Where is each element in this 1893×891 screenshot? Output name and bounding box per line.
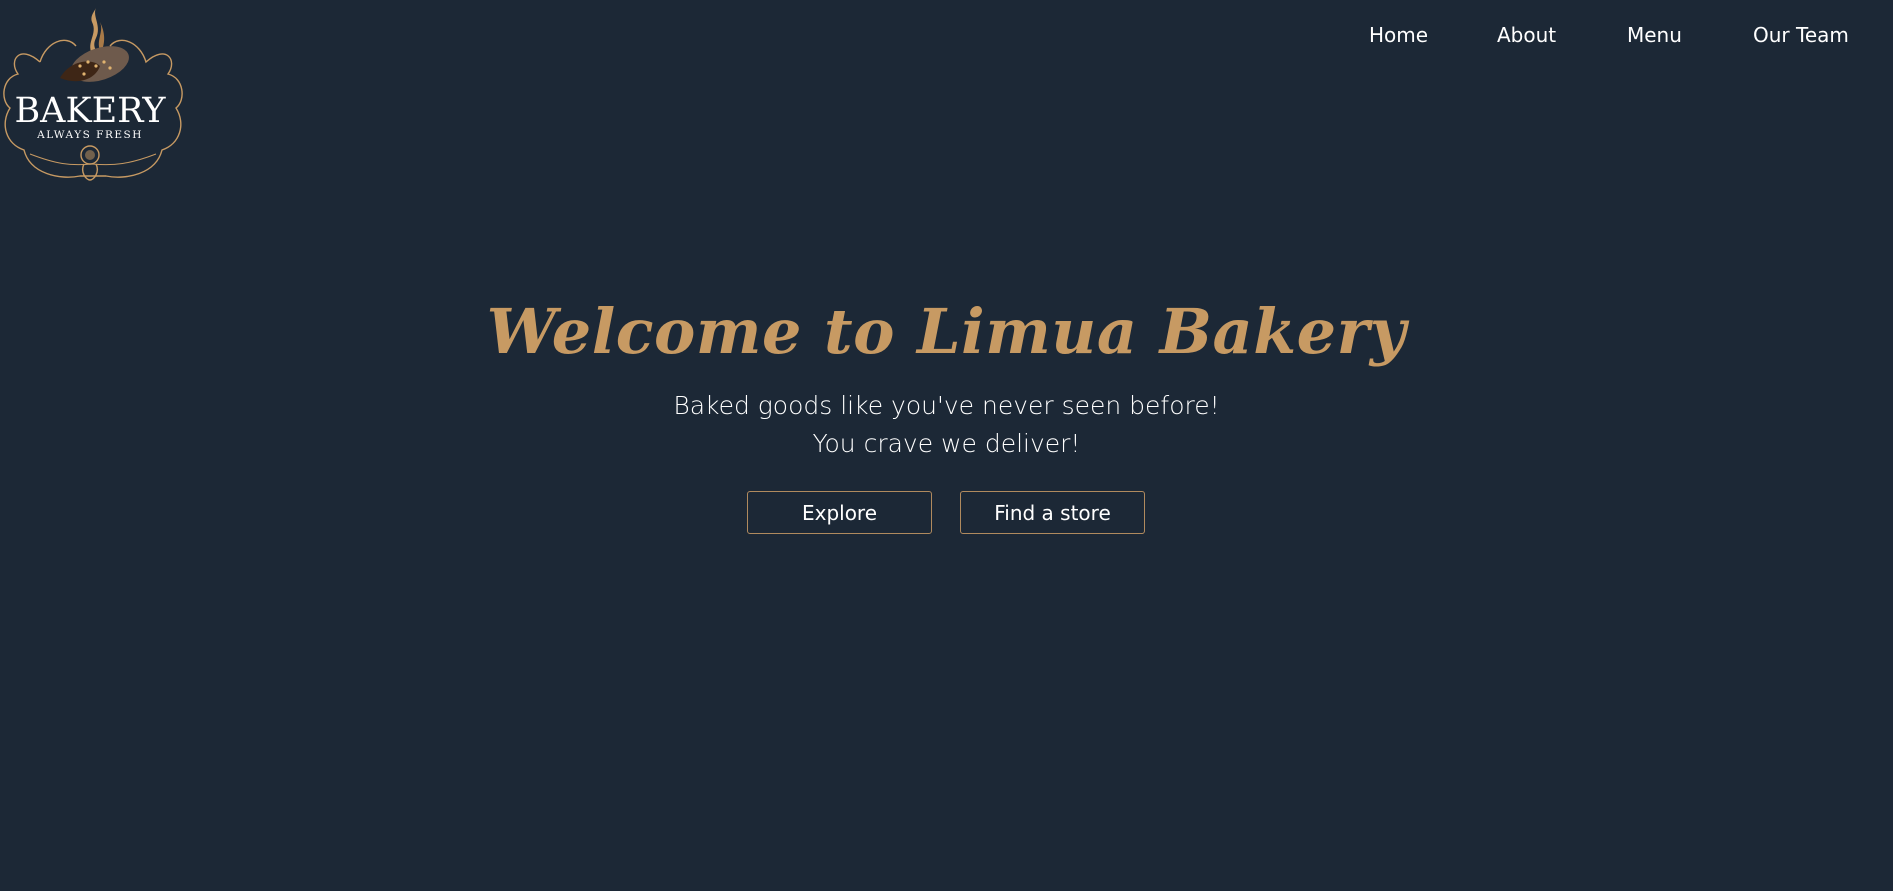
bakery-logo-icon: BAKERY ALWAYS FRESH <box>3 8 183 181</box>
nav-about[interactable]: About <box>1497 22 1556 48</box>
hero-subtitle-line1: Baked goods like you've never seen befor… <box>673 391 1220 420</box>
nav-home[interactable]: Home <box>1369 22 1428 48</box>
find-store-button[interactable]: Find a store <box>960 491 1145 534</box>
logo-title: BAKERY <box>14 91 166 131</box>
hero-subtitle-line2: You crave we deliver! <box>812 429 1081 458</box>
hero-title: Welcome to Limua Bakery <box>486 295 1407 368</box>
logo-tagline: ALWAYS FRESH <box>36 129 143 141</box>
bakery-logo[interactable]: BAKERY ALWAYS FRESH <box>0 4 186 190</box>
explore-button[interactable]: Explore <box>747 491 932 534</box>
nav-our-team[interactable]: Our Team <box>1753 22 1849 48</box>
nav-menu[interactable]: Menu <box>1627 22 1682 48</box>
